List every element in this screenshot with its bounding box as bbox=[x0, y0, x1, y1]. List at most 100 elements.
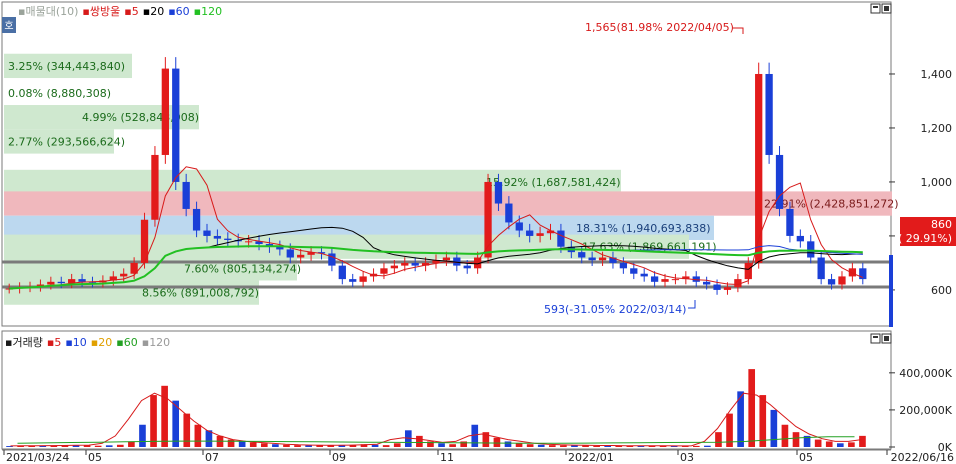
candle-body bbox=[411, 262, 419, 266]
volume-bar bbox=[183, 413, 191, 447]
volume-bar bbox=[792, 432, 800, 447]
price-panel-maximize-button[interactable] bbox=[870, 3, 881, 14]
stock-chart-window: 3.25% (344,443,840) 0.08% (8,880,308) 4.99… bbox=[0, 0, 956, 464]
price-legend-item[interactable]: ▪20 bbox=[143, 5, 164, 18]
svg-text:호: 호 bbox=[4, 20, 13, 32]
candle-body bbox=[172, 68, 180, 182]
candle-body bbox=[213, 235, 222, 239]
legend-swatch-icon: ▪ bbox=[124, 5, 132, 18]
volume-legend-item[interactable]: ▪10 bbox=[65, 336, 86, 349]
volume-bar bbox=[83, 445, 91, 447]
volume-bar bbox=[848, 442, 855, 447]
candle-body bbox=[442, 257, 451, 261]
volume-bar bbox=[449, 444, 456, 447]
volume-bar bbox=[704, 445, 711, 447]
volume-bar bbox=[692, 445, 700, 447]
price-tick-label: 1,400 bbox=[921, 68, 953, 81]
candle-body bbox=[338, 265, 346, 280]
volume-bar bbox=[548, 445, 556, 447]
scroll-indicator[interactable] bbox=[889, 255, 893, 327]
candle-body bbox=[630, 268, 638, 274]
volume-profile-label: 3.25% (344,443,840) bbox=[8, 60, 125, 73]
candle-body bbox=[47, 281, 55, 285]
x-tick-label: 05 bbox=[88, 451, 102, 464]
volume-bar bbox=[283, 444, 290, 447]
legend-label: 20 bbox=[150, 5, 165, 18]
legend-label: 거래량 bbox=[12, 336, 43, 349]
candle-body bbox=[192, 208, 201, 231]
candle-body bbox=[598, 257, 607, 261]
volume-bar bbox=[504, 441, 512, 447]
candle-body bbox=[401, 262, 409, 266]
volume-bar bbox=[493, 437, 501, 447]
volume-panel-close-button[interactable] bbox=[881, 333, 892, 344]
chart-mode-button[interactable]: 호 bbox=[2, 17, 16, 33]
volume-profile-label: 22.91% (2,428,851,272) bbox=[764, 198, 899, 211]
volume-bar bbox=[460, 441, 468, 447]
price-tick-label: 600 bbox=[931, 284, 952, 297]
candle-body bbox=[661, 279, 669, 282]
volume-bar bbox=[116, 444, 124, 447]
price-legend-item[interactable]: ▪120 bbox=[194, 5, 222, 18]
candle-body bbox=[723, 287, 732, 290]
candle-body bbox=[515, 222, 523, 231]
candle-body bbox=[244, 241, 253, 243]
x-tick-label: 2022/06/16 bbox=[891, 451, 954, 464]
candle-body bbox=[78, 279, 86, 282]
volume-tick-label: 200,000K bbox=[899, 404, 952, 417]
legend-label: 매물대(10) bbox=[25, 5, 79, 18]
volume-panel-maximize-button[interactable] bbox=[870, 333, 881, 344]
candle-body bbox=[827, 279, 836, 285]
volume-legend-item[interactable]: ▪5 bbox=[47, 336, 61, 349]
volume-bar bbox=[759, 395, 767, 447]
low-annotation-leader bbox=[688, 300, 696, 309]
volume-bar bbox=[227, 439, 235, 447]
candle-body bbox=[557, 230, 565, 247]
volume-legend-item[interactable]: ▪120 bbox=[142, 336, 170, 349]
volume-legend: ▪거래량 ▪5 ▪10 ▪20 ▪60 ▪120 bbox=[5, 334, 174, 350]
candle-body bbox=[619, 262, 628, 269]
volume-legend-item[interactable]: ▪거래량 bbox=[5, 336, 43, 349]
volume-ma5-line bbox=[10, 392, 862, 447]
candle-body bbox=[182, 181, 190, 209]
volume-bar bbox=[260, 443, 268, 447]
legend-swatch-icon: ▪ bbox=[82, 5, 90, 18]
candle-body bbox=[463, 265, 471, 269]
legend-label: 120 bbox=[201, 5, 223, 18]
candle-body bbox=[588, 257, 596, 261]
price-legend-item[interactable]: ▪60 bbox=[168, 5, 189, 18]
candle-body bbox=[578, 252, 586, 258]
volume-moving-averages bbox=[10, 392, 862, 447]
candle-body bbox=[703, 281, 711, 285]
volume-legend-item[interactable]: ▪20 bbox=[91, 336, 112, 349]
volume-bar bbox=[471, 424, 479, 447]
price-legend-item[interactable]: ▪쌍방울 bbox=[82, 5, 120, 18]
volume-tick-label: 400,000K bbox=[899, 367, 952, 380]
price-legend-item[interactable]: ▪매물대(10) bbox=[18, 5, 78, 18]
volume-bar bbox=[715, 432, 722, 447]
volume-bar bbox=[438, 443, 445, 447]
candle-body bbox=[297, 254, 305, 258]
price-legend-item[interactable]: ▪5 bbox=[124, 5, 138, 18]
high-annotation-leader bbox=[733, 27, 744, 34]
legend-label: 쌍방울 bbox=[89, 5, 121, 18]
volume-bar bbox=[748, 369, 756, 447]
volume-bar bbox=[593, 445, 600, 447]
candle-body bbox=[286, 249, 294, 258]
volume-legend-item[interactable]: ▪60 bbox=[116, 336, 137, 349]
candle-body bbox=[536, 233, 544, 236]
price-tick-label: 1,000 bbox=[921, 176, 953, 189]
legend-label: 60 bbox=[175, 5, 190, 18]
high-annotation: 1,565(81.98% 2022/04/05) bbox=[585, 21, 734, 34]
candle-body bbox=[57, 281, 65, 284]
candle-body bbox=[120, 273, 128, 277]
candle-body bbox=[390, 265, 399, 269]
volume-bar bbox=[371, 444, 379, 447]
volume-bar bbox=[150, 395, 157, 447]
low-annotation: 593(-31.05% 2022/03/14) bbox=[544, 303, 686, 316]
candle-body bbox=[526, 230, 534, 236]
legend-swatch-icon: ▪ bbox=[168, 5, 176, 18]
price-panel-close-button[interactable] bbox=[881, 3, 892, 14]
x-tick-label: 09 bbox=[332, 451, 346, 464]
candle-body bbox=[765, 73, 773, 155]
